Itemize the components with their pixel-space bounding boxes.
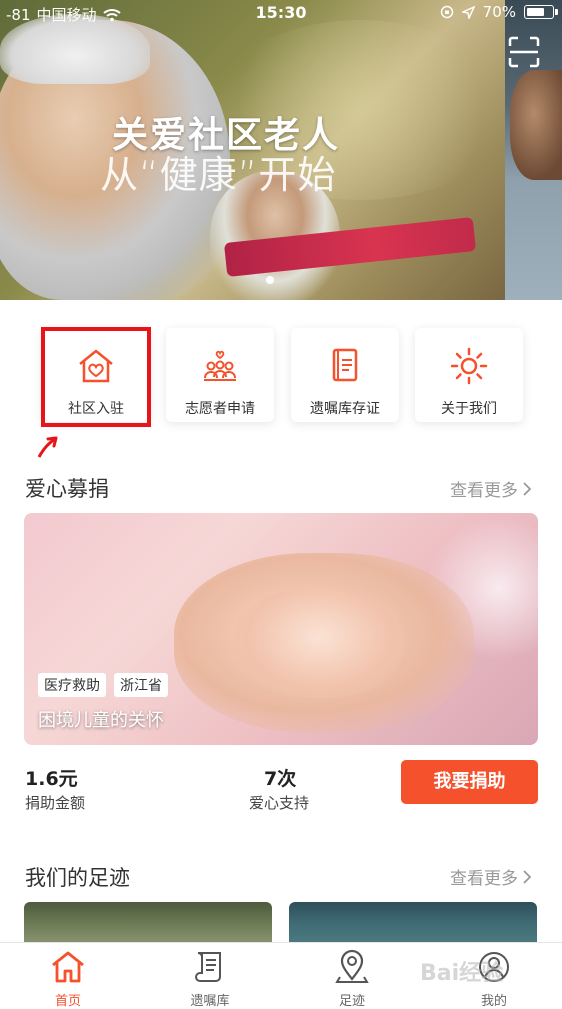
footprint-thumbnail[interactable] xyxy=(289,902,537,944)
sun-icon xyxy=(450,347,488,385)
donate-button[interactable]: 我要捐助 xyxy=(401,760,538,804)
tab-footprints[interactable]: 足迹 xyxy=(302,943,402,1009)
hero-subtitle: 从“健康”开始 xyxy=(100,153,337,197)
tab-label: 我的 xyxy=(480,994,507,1009)
see-more-label: 查看更多 xyxy=(450,481,518,501)
scan-icon[interactable] xyxy=(508,36,540,68)
tag-region: 浙江省 xyxy=(114,673,168,697)
menu-label: 关于我们 xyxy=(441,401,497,417)
carousel-indicator xyxy=(266,276,274,284)
status-bar: -81 中国移动 15:30 70% xyxy=(0,0,562,26)
see-more-label: 查看更多 xyxy=(450,869,518,889)
donation-project-title: 困境儿童的关怀 xyxy=(38,710,164,731)
amount-label: 捐助金额 xyxy=(25,794,86,812)
donation-project-image[interactable]: 医疗救助 浙江省 困境儿童的关怀 xyxy=(24,513,538,745)
battery-icon xyxy=(524,5,558,19)
amount-value: 1.6元 xyxy=(25,768,78,790)
tag-category: 医疗救助 xyxy=(38,673,106,697)
map-pin-icon xyxy=(335,949,369,983)
orientation-lock-icon xyxy=(440,5,453,19)
chevron-right-icon xyxy=(523,481,532,496)
annotation-highlight-box xyxy=(41,327,151,427)
volunteers-icon xyxy=(204,350,236,381)
see-more-donation[interactable]: 查看更多 xyxy=(450,476,532,501)
status-right: 70% xyxy=(440,3,558,21)
menu-label: 遗嘱库存证 xyxy=(310,401,380,417)
section-title-donation: 爱心募捐 xyxy=(25,477,109,501)
location-icon xyxy=(461,5,475,19)
tab-will-library[interactable]: 遗嘱库 xyxy=(160,943,260,1009)
menu-will-storage[interactable]: 遗嘱库存证 xyxy=(291,328,399,422)
chevron-right-icon xyxy=(523,869,532,884)
section-title-footprints: 我们的足迹 xyxy=(25,866,130,890)
document-icon xyxy=(332,348,358,382)
baidu-watermark: Bai经验 xyxy=(420,961,504,986)
hero-banner[interactable]: 关爱社区老人 从“健康”开始 xyxy=(0,0,562,300)
hero-next-slide-person xyxy=(510,70,562,180)
tab-label: 遗嘱库 xyxy=(190,994,230,1009)
menu-label: 志愿者申请 xyxy=(185,401,255,417)
tab-label: 足迹 xyxy=(338,994,365,1009)
image-child-hand xyxy=(234,588,404,698)
see-more-footprints[interactable]: 查看更多 xyxy=(450,864,532,889)
tab-label: 首页 xyxy=(54,994,81,1009)
tab-home[interactable]: 首页 xyxy=(18,943,118,1009)
menu-about-us[interactable]: 关于我们 xyxy=(415,328,523,422)
footprint-thumbnail[interactable] xyxy=(24,902,272,944)
annotation-arrow-icon xyxy=(37,436,58,458)
scroll-icon xyxy=(195,952,221,982)
support-label: 爱心支持 xyxy=(249,794,310,812)
home-icon xyxy=(52,951,84,983)
support-value: 7次 xyxy=(264,768,297,790)
menu-volunteer-apply[interactable]: 志愿者申请 xyxy=(166,328,274,422)
battery-percent: 70% xyxy=(482,3,516,21)
